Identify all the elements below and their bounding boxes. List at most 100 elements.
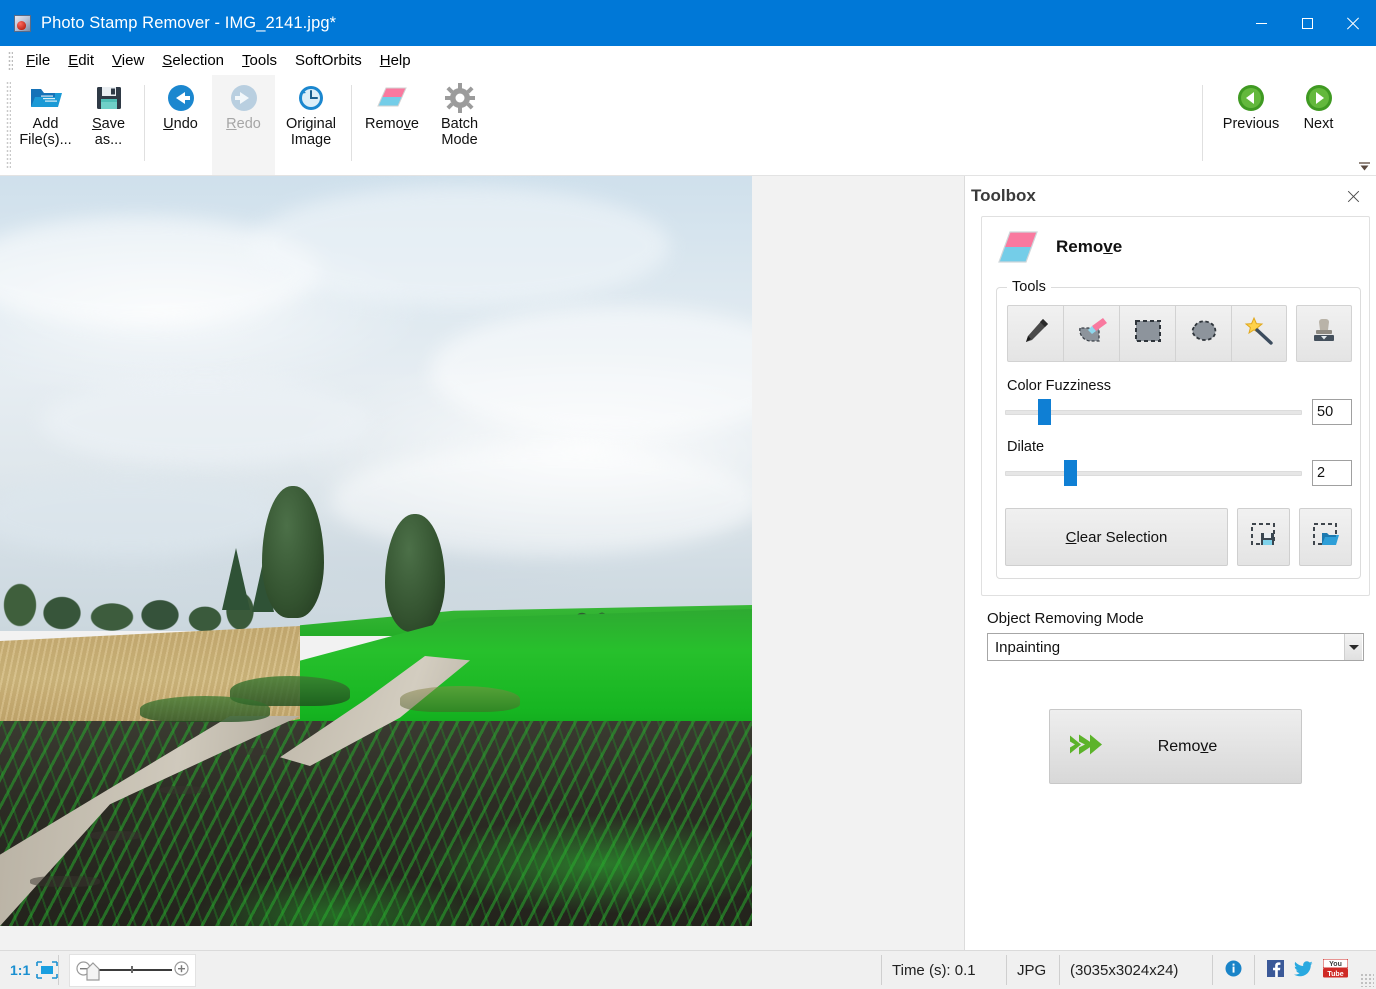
zoom-slider[interactable] — [69, 954, 196, 987]
toolbar-label-remove: Remove — [364, 117, 420, 133]
selection-buttons-row: Clear Selection — [1005, 508, 1352, 566]
image-canvas[interactable] — [0, 176, 964, 950]
toolbox-close-button[interactable] — [1342, 185, 1364, 207]
zoom-slider-thumb[interactable] — [86, 962, 100, 985]
toolbar-grip[interactable] — [6, 81, 11, 169]
fit-to-screen-icon[interactable] — [36, 961, 58, 979]
tool-button-clone-stamp[interactable] — [1296, 305, 1352, 362]
toolbar-button-add-files[interactable]: AddFile(s)... — [14, 75, 77, 175]
menu-item-file[interactable]: File — [17, 49, 59, 72]
chevron-down-icon[interactable] — [1344, 634, 1362, 660]
maximize-button[interactable] — [1284, 0, 1330, 46]
tool-button-magic-wand[interactable] — [1231, 305, 1287, 362]
photo-road-detail — [160, 786, 204, 794]
menu-bar: File Edit View Selection Tools SoftOrbit… — [0, 46, 1376, 75]
remove-section-title: Remove — [1056, 237, 1122, 257]
color-fuzziness-slider[interactable] — [1005, 399, 1302, 425]
object-removing-mode-select[interactable]: Inpainting — [987, 633, 1364, 661]
save-selection-button[interactable] — [1237, 508, 1290, 566]
toolbar-button-batch-mode[interactable]: BatchMode — [428, 75, 491, 175]
remove-action-button[interactable]: Remove — [1049, 709, 1302, 784]
photo-cloud — [250, 186, 670, 306]
dilate-row: 2 — [1005, 460, 1352, 486]
zoom-slider-cell — [59, 951, 200, 989]
menu-item-edit[interactable]: Edit — [59, 49, 103, 72]
main-body: Toolbox — [0, 176, 1376, 950]
resize-grip[interactable] — [1360, 973, 1374, 987]
dilate-slider[interactable] — [1005, 460, 1302, 486]
slider-thumb[interactable] — [1038, 399, 1051, 425]
toolbar-button-next[interactable]: Next — [1287, 75, 1350, 175]
toolbar-button-redo[interactable]: Redo — [212, 75, 275, 175]
undo-arrow-icon — [166, 81, 196, 115]
toolbar-label-previous: Previous — [1222, 117, 1280, 133]
toolbar-label-add-files: AddFile(s)... — [18, 117, 72, 148]
dilate-value[interactable]: 2 — [1312, 460, 1352, 486]
menu-item-help[interactable]: Help — [371, 49, 420, 72]
menu-item-tools[interactable]: Tools — [233, 49, 286, 72]
eraser-icon — [996, 229, 1040, 265]
toolbar-label-next: Next — [1303, 117, 1335, 133]
tool-button-rectangle-select[interactable] — [1119, 305, 1175, 362]
photo-image[interactable] — [0, 176, 752, 926]
close-button[interactable] — [1330, 0, 1376, 46]
load-selection-button[interactable] — [1299, 508, 1352, 566]
toolbar-button-remove[interactable]: Remove — [356, 75, 428, 175]
green-left-arrow-icon — [1237, 81, 1265, 115]
toolbar-button-original-image[interactable]: OriginalImage — [275, 75, 347, 175]
info-icon[interactable] — [1225, 960, 1242, 981]
lasso-select-icon — [1189, 317, 1219, 350]
toolbar-button-undo[interactable]: Undo — [149, 75, 212, 175]
gear-icon — [445, 81, 475, 115]
toolbar-label-save-as: Saveas... — [91, 117, 126, 148]
remove-action-wrap: Remove — [981, 709, 1370, 784]
stamp-icon — [1309, 316, 1339, 351]
clear-selection-button[interactable]: Clear Selection — [1005, 508, 1228, 566]
zoom-ratio-cell: 1:1 — [0, 951, 58, 989]
floppy-disk-icon — [94, 81, 124, 115]
facebook-icon[interactable] — [1267, 960, 1284, 981]
minimize-button[interactable] — [1238, 0, 1284, 46]
object-removing-mode-label: Object Removing Mode — [987, 610, 1370, 627]
slider-track — [1005, 471, 1302, 476]
toolbar-label-original-image: OriginalImage — [285, 117, 337, 148]
youtube-icon[interactable]: You Tube — [1323, 959, 1348, 982]
minimize-icon — [1256, 23, 1267, 24]
menu-item-selection[interactable]: Selection — [153, 49, 233, 72]
info-cell[interactable] — [1213, 951, 1254, 989]
tool-button-lasso-select[interactable] — [1175, 305, 1231, 362]
open-folder-icon — [29, 81, 63, 115]
toolbar-label-redo: Redo — [225, 117, 262, 133]
status-spacer — [200, 951, 881, 989]
clock-history-icon — [296, 81, 326, 115]
zoom-ratio-label[interactable]: 1:1 — [0, 962, 36, 978]
zoom-in-icon[interactable] — [174, 961, 189, 980]
toolbar-separator-3 — [1202, 85, 1203, 161]
menu-item-view[interactable]: View — [103, 49, 153, 72]
rectangle-select-icon — [1133, 317, 1163, 350]
tool-button-eraser[interactable] — [1063, 305, 1119, 362]
color-fuzziness-value[interactable]: 50 — [1312, 399, 1352, 425]
tool-button-marker[interactable] — [1007, 305, 1063, 362]
menu-grip[interactable] — [8, 51, 13, 71]
svg-text:You: You — [1329, 961, 1342, 968]
zoom-slider-tick — [131, 966, 132, 973]
toolbar-separator-2 — [351, 85, 352, 161]
ribbon-expand-icon[interactable] — [1356, 159, 1372, 173]
object-removing-mode-value: Inpainting — [988, 639, 1344, 656]
toolbox-body: Remove Tools — [965, 216, 1376, 950]
file-format-cell: JPG — [1007, 951, 1059, 989]
photo-road-detail — [240, 748, 274, 755]
dilate-label: Dilate — [1007, 439, 1352, 455]
photo-conifer-tree — [222, 548, 250, 610]
toolbar-label-undo: Undo — [162, 117, 199, 133]
slider-thumb[interactable] — [1064, 460, 1077, 486]
twitter-icon[interactable] — [1294, 960, 1313, 981]
toolbar-button-previous[interactable]: Previous — [1215, 75, 1287, 175]
menu-item-softorbits[interactable]: SoftOrbits — [286, 49, 371, 72]
save-selection-icon — [1249, 521, 1279, 554]
photo-grass-verge — [400, 686, 520, 712]
toolbar-button-save-as[interactable]: Saveas... — [77, 75, 140, 175]
magic-wand-icon — [1244, 316, 1274, 351]
zoom-slider-track[interactable] — [93, 969, 172, 970]
